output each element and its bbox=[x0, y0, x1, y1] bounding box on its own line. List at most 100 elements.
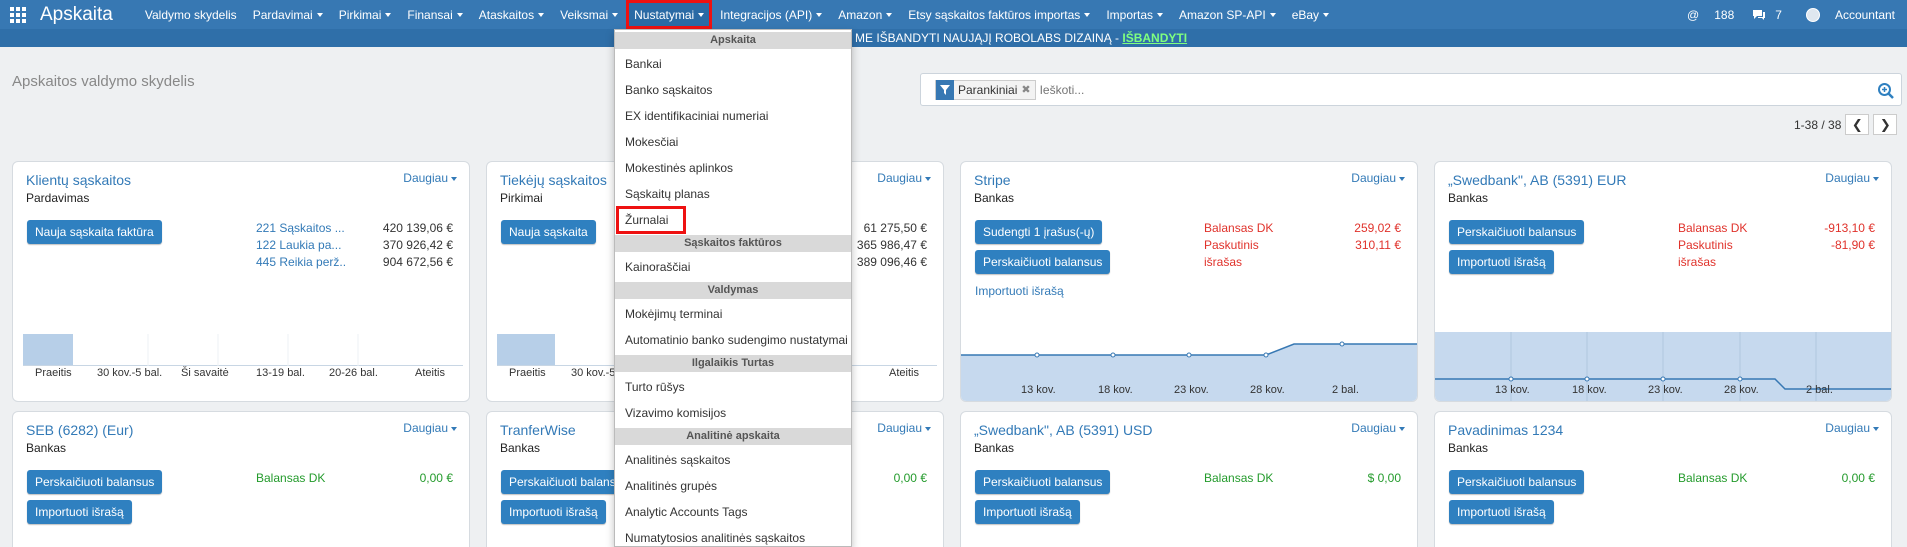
more-label: Daugiau bbox=[403, 171, 448, 185]
card-title[interactable]: Stripe bbox=[974, 172, 1011, 188]
more-label: Daugiau bbox=[1825, 421, 1870, 435]
more-dropdown[interactable]: Daugiau bbox=[1351, 171, 1405, 185]
menu-item-label: Importas bbox=[1106, 7, 1153, 22]
more-dropdown[interactable]: Daugiau bbox=[403, 421, 457, 435]
caret-down-icon bbox=[816, 12, 823, 17]
user-menu[interactable]: Accountant bbox=[1800, 7, 1901, 22]
remove-facet-icon[interactable]: ✖ bbox=[1021, 83, 1034, 96]
menu-item-nustatymai[interactable]: Nustatymai bbox=[626, 0, 713, 29]
import-statement-button[interactable]: Importuoti išrašą bbox=[1449, 500, 1554, 524]
menu-item-label: Ataskaitos bbox=[478, 7, 535, 22]
menu-item-valdymo-skydelis[interactable]: Valdymo skydelis bbox=[137, 0, 245, 29]
dropdown-item[interactable]: Analytic Accounts Tags bbox=[615, 499, 851, 525]
dropdown-item[interactable]: Bankai bbox=[615, 51, 851, 77]
invoices-to-validate-link[interactable]: 221 Sąskaitos ... bbox=[256, 221, 346, 235]
filter-icon bbox=[936, 79, 954, 100]
card-swedbank-eur: „Swedbank", AB (5391) EUR Bankas Daugiau… bbox=[1434, 161, 1892, 402]
dropdown-item[interactable]: Sąskaitų planas bbox=[615, 181, 851, 207]
card-title[interactable]: Tiekėjų sąskaitos bbox=[500, 172, 607, 188]
dropdown-item[interactable]: EX identifikaciniai numeriai bbox=[615, 103, 851, 129]
search-input[interactable] bbox=[1039, 82, 1901, 97]
x-tick-label: 28 kov. bbox=[1724, 384, 1759, 396]
bar-past bbox=[497, 334, 555, 366]
pager-prev-button[interactable]: ❮ bbox=[1845, 114, 1870, 135]
mail-count: 188 bbox=[1714, 7, 1735, 22]
menu-item-etsy-sąskaitos-faktūros-importas[interactable]: Etsy sąskaitos faktūros importas bbox=[900, 0, 1098, 29]
menu-item-finansai[interactable]: Finansai bbox=[399, 0, 470, 29]
menu-item-pardavimai[interactable]: Pardavimai bbox=[245, 0, 331, 29]
menu-item-amazon-sp-api[interactable]: Amazon SP-API bbox=[1171, 0, 1284, 29]
card-title[interactable]: SEB (6282) (Eur) bbox=[26, 422, 133, 438]
card-pavadinimas-1234: Pavadinimas 1234 Bankas Daugiau Perskaič… bbox=[1434, 411, 1892, 547]
dropdown-item[interactable]: Analitinės grupės bbox=[615, 473, 851, 499]
dropdown-item[interactable]: Vizavimo komisijos bbox=[615, 400, 851, 426]
menu-item-label: Pirkimai bbox=[338, 7, 382, 22]
menu-item-ebay[interactable]: eBay bbox=[1284, 0, 1337, 29]
recalculate-balances-button[interactable]: Perskaičiuoti balansus bbox=[1449, 470, 1585, 494]
awaiting-payment-link[interactable]: 122 Laukia pa... bbox=[256, 238, 346, 252]
more-dropdown[interactable]: Daugiau bbox=[1825, 171, 1879, 185]
app-title[interactable]: Apskaita bbox=[40, 4, 113, 26]
more-dropdown[interactable]: Daugiau bbox=[403, 171, 457, 185]
import-statement-button[interactable]: Importuoti išrašą bbox=[27, 500, 132, 524]
balance-value: 0,00 € bbox=[419, 471, 453, 485]
dropdown-item[interactable]: Mokestinės aplinkos bbox=[615, 155, 851, 181]
card-title[interactable]: Pavadinimas 1234 bbox=[1448, 422, 1563, 438]
menu-item-amazon[interactable]: Amazon bbox=[830, 0, 900, 29]
more-dropdown[interactable]: Daugiau bbox=[1825, 421, 1879, 435]
dropdown-item[interactable]: Kainoraščiai bbox=[615, 254, 851, 280]
dropdown-item[interactable]: Analitinės sąskaitos bbox=[615, 447, 851, 473]
facet-label: Parankiniai bbox=[958, 82, 1018, 97]
import-statement-button[interactable]: Importuoti išrašą bbox=[1449, 250, 1554, 274]
dropdown-item[interactable]: Mokėjimų terminai bbox=[615, 301, 851, 327]
import-statement-button[interactable]: Importuoti išrašą bbox=[501, 500, 606, 524]
caret-down-icon bbox=[316, 12, 323, 17]
try-new-design-link[interactable]: IŠBANDYTI bbox=[1122, 31, 1187, 45]
more-label: Daugiau bbox=[1351, 421, 1396, 435]
more-dropdown[interactable]: Daugiau bbox=[1351, 421, 1405, 435]
card-title[interactable]: Klientų sąskaitos bbox=[26, 172, 131, 188]
new-bill-button[interactable]: Nauja sąskaita bbox=[501, 220, 596, 244]
more-dropdown[interactable]: Daugiau bbox=[877, 421, 931, 435]
dropdown-item[interactable]: Banko sąskaitos bbox=[615, 77, 851, 103]
recalculate-balances-button[interactable]: Perskaičiuoti balansus bbox=[1449, 220, 1585, 244]
amount-value: 904 672,56 € bbox=[382, 255, 453, 269]
card-title[interactable]: TranferWise bbox=[500, 422, 576, 438]
balance-value: $ 0,00 bbox=[1367, 471, 1401, 485]
card-seb: SEB (6282) (Eur) Bankas Daugiau Perskaič… bbox=[12, 411, 470, 547]
menu-item-ataskaitos[interactable]: Ataskaitos bbox=[471, 0, 552, 29]
import-statement-link[interactable]: Importuoti išrašą bbox=[975, 284, 1064, 298]
card-title[interactable]: „Swedbank", AB (5391) USD bbox=[974, 422, 1153, 438]
recalculate-balances-button[interactable]: Perskaičiuoti balansus bbox=[975, 250, 1111, 274]
menu-item-pirkimai[interactable]: Pirkimai bbox=[331, 0, 400, 29]
recalculate-balances-button[interactable]: Perskaičiuoti balansus bbox=[975, 470, 1111, 494]
x-tick-label: 23 kov. bbox=[1648, 384, 1683, 396]
caret-down-icon bbox=[1084, 12, 1091, 17]
reconcile-button[interactable]: Sudengti 1 įrašus(-ų) bbox=[975, 220, 1103, 244]
menu-item-integracijos-api[interactable]: Integracijos (API) bbox=[712, 0, 830, 29]
menu-item-veiksmai[interactable]: Veiksmai bbox=[552, 0, 626, 29]
dropdown-item[interactable]: Mokesčiai bbox=[615, 129, 851, 155]
menu-item-importas[interactable]: Importas bbox=[1098, 0, 1171, 29]
user-name: Accountant bbox=[1834, 7, 1895, 22]
more-dropdown[interactable]: Daugiau bbox=[877, 171, 931, 185]
apps-grid-icon[interactable] bbox=[0, 0, 36, 29]
recalculate-balances-button[interactable]: Perskaičiuoti balansus bbox=[27, 470, 163, 494]
x-tick-label: Praeitis bbox=[509, 367, 546, 379]
import-statement-button[interactable]: Importuoti išrašą bbox=[975, 500, 1080, 524]
search-icon[interactable] bbox=[1877, 82, 1895, 100]
card-subtitle: Pirkimai bbox=[500, 191, 543, 205]
needs-review-link[interactable]: 445 Reikia perž... bbox=[256, 255, 346, 269]
dropdown-item[interactable]: Numatytosios analitinės sąskaitos bbox=[615, 525, 851, 546]
dropdown-item[interactable]: Automatinio banko sudengimo nustatymai bbox=[615, 327, 851, 353]
caret-down-icon bbox=[1873, 176, 1879, 181]
card-title[interactable]: „Swedbank", AB (5391) EUR bbox=[1448, 172, 1627, 188]
data-point bbox=[1110, 352, 1116, 358]
card-subtitle: Pardavimas bbox=[26, 191, 90, 205]
pager-next-button[interactable]: ❯ bbox=[1873, 114, 1898, 135]
chat-counter[interactable]: 7 bbox=[1752, 8, 1788, 22]
mail-counter[interactable]: @188 bbox=[1681, 8, 1740, 22]
dropdown-item[interactable]: Turto rūšys bbox=[615, 374, 851, 400]
new-invoice-button[interactable]: Nauja sąskaita faktūra bbox=[27, 220, 162, 244]
dropdown-item[interactable]: Žurnalai bbox=[616, 206, 686, 234]
